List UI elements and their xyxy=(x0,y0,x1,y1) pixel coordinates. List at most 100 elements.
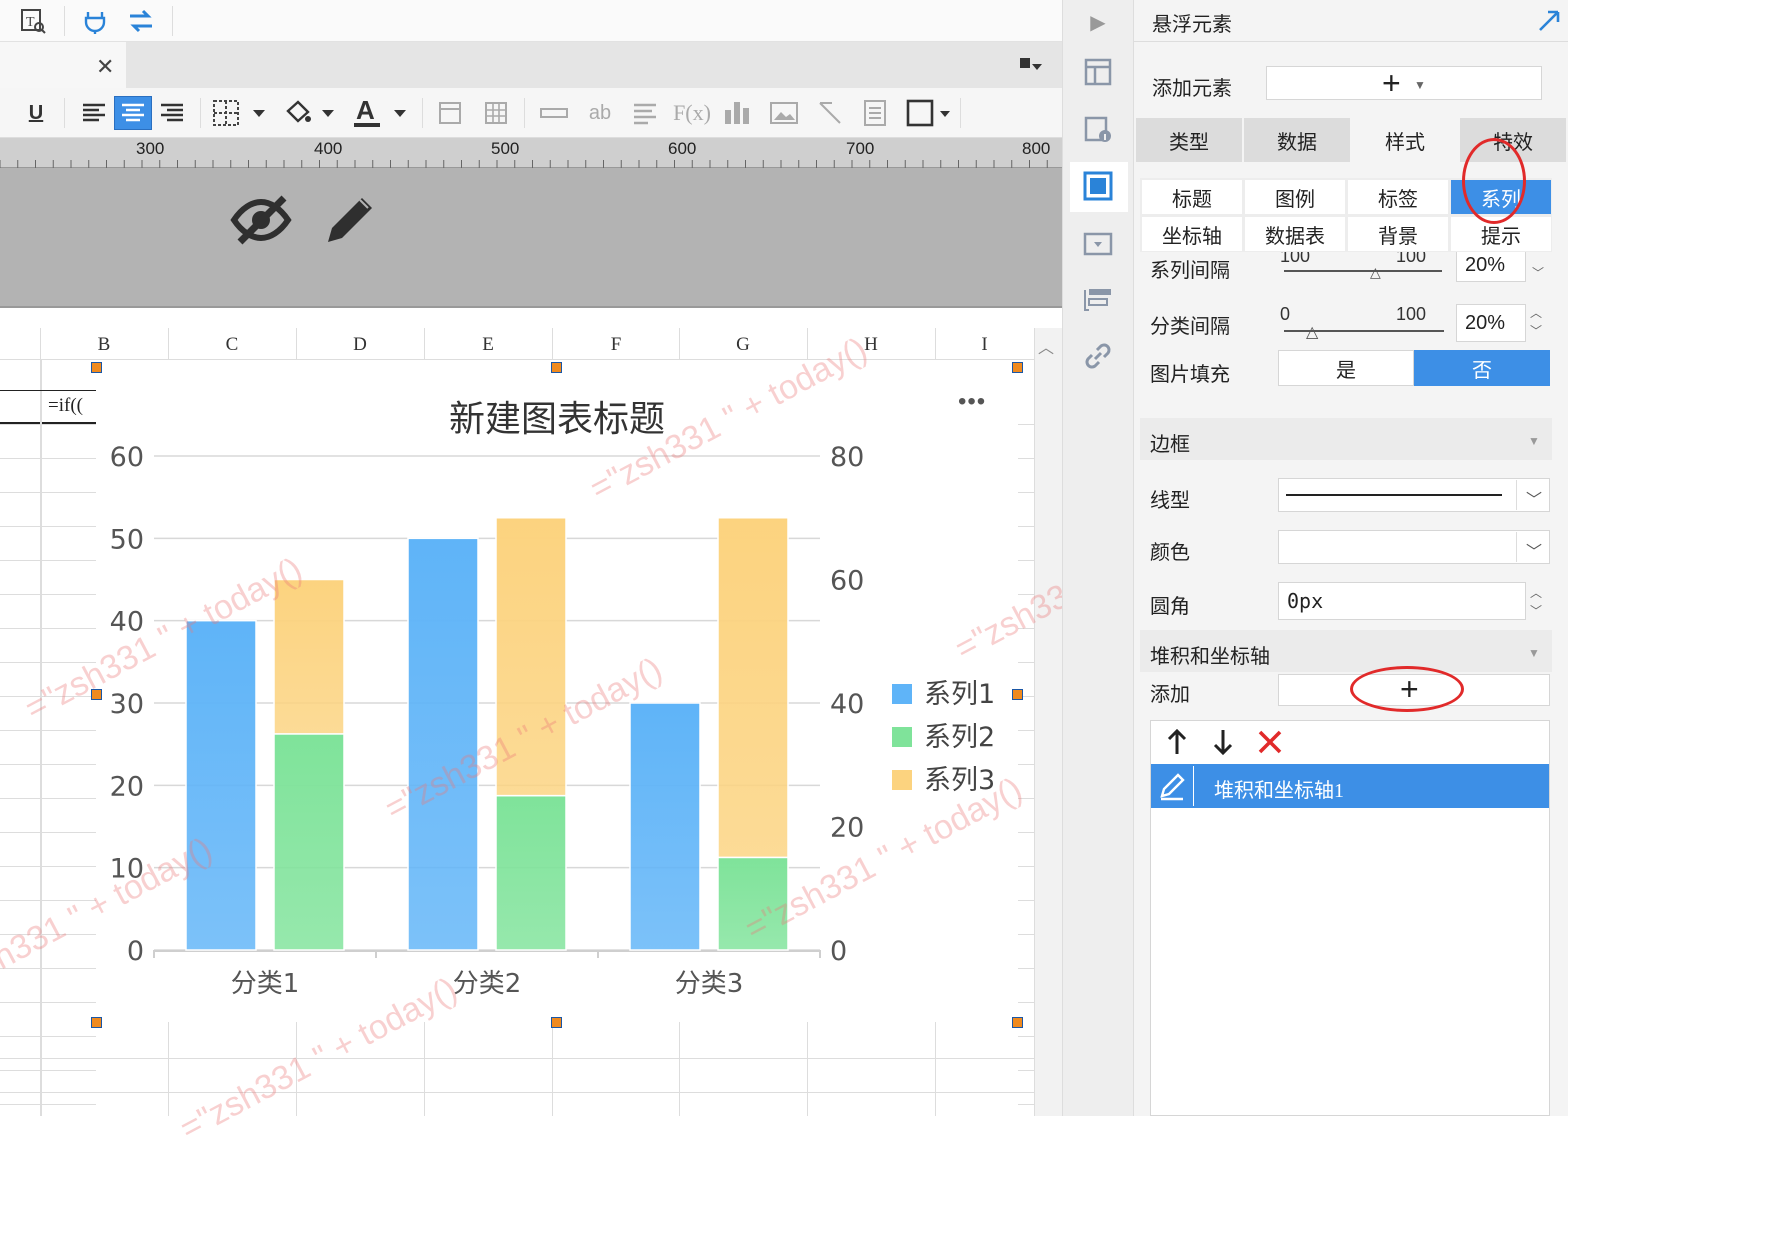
eye-hidden-icon[interactable] xyxy=(230,190,292,253)
expand-icon[interactable] xyxy=(1536,6,1562,39)
row-divider xyxy=(0,832,96,833)
resize-handle[interactable] xyxy=(91,362,102,373)
image-icon[interactable] xyxy=(768,96,800,130)
underline-button[interactable]: U xyxy=(22,96,50,130)
column-header[interactable]: F xyxy=(552,334,680,356)
stepper-icon[interactable]: ︿ ﹀ xyxy=(1530,304,1542,340)
column-divider xyxy=(679,328,680,360)
table-icon[interactable] xyxy=(482,96,510,130)
pencil-icon[interactable] xyxy=(320,190,378,253)
series-gap-slider[interactable] xyxy=(1284,270,1442,272)
text-label-tool[interactable]: ab xyxy=(584,96,616,130)
subtab-background[interactable]: 背景 xyxy=(1348,217,1448,251)
close-icon[interactable]: ✕ xyxy=(96,54,114,80)
document-icon[interactable] xyxy=(860,96,890,130)
list-item[interactable] xyxy=(1151,764,1549,808)
cell-info-icon[interactable] xyxy=(1080,112,1116,148)
image-fill-no[interactable]: 否 xyxy=(1414,350,1550,386)
float-element-icon[interactable] xyxy=(1080,168,1116,204)
fill-color-icon[interactable] xyxy=(282,96,338,130)
slash-tool-icon[interactable] xyxy=(814,96,846,130)
slider-thumb-icon[interactable]: △ xyxy=(1370,264,1381,281)
chevron-down-icon[interactable]: ﹀ xyxy=(1526,538,1542,562)
border-dropdown-icon[interactable] xyxy=(210,96,268,130)
resize-handle[interactable] xyxy=(1012,362,1023,373)
color-select[interactable] xyxy=(1278,530,1550,564)
subtab-axis[interactable]: 坐标轴 xyxy=(1142,217,1242,251)
text-tool-icon[interactable]: T xyxy=(18,6,48,36)
radius-input[interactable]: 0px xyxy=(1278,582,1526,620)
edit-icon[interactable] xyxy=(1152,766,1194,806)
column-divider xyxy=(296,328,297,360)
resize-handle[interactable] xyxy=(1012,689,1023,700)
vertical-scrollbar[interactable] xyxy=(1034,328,1062,1116)
formula-tool[interactable]: F(x) xyxy=(673,96,711,130)
y-left-tick-label: 10 xyxy=(110,854,144,885)
legend-swatch xyxy=(892,727,912,747)
align-left-button[interactable] xyxy=(78,96,110,130)
delete-icon[interactable] xyxy=(1256,728,1284,761)
tab-style[interactable]: 样式 xyxy=(1352,118,1458,162)
chevron-down-icon[interactable]: ▼ xyxy=(1528,434,1540,448)
bar xyxy=(407,537,479,951)
column-header[interactable]: E xyxy=(424,334,552,356)
stepper-icon[interactable]: ︿ ﹀ xyxy=(1530,584,1542,620)
column-divider xyxy=(168,328,169,360)
row-divider xyxy=(0,968,96,969)
swap-arrows-icon[interactable] xyxy=(126,6,156,36)
subtab-title[interactable]: 标题 xyxy=(1142,180,1242,214)
input-field-icon[interactable] xyxy=(538,96,570,130)
bar-chart-icon[interactable] xyxy=(722,96,752,130)
box-dropdown-icon[interactable] xyxy=(904,96,952,130)
flag-dropdown-icon[interactable] xyxy=(1018,56,1044,81)
list-settings-icon[interactable] xyxy=(1080,282,1116,318)
column-header[interactable]: D xyxy=(296,334,424,356)
column-divider xyxy=(424,1022,425,1116)
chevron-down-icon[interactable]: ﹀ xyxy=(1526,486,1542,510)
scroll-up-icon[interactable]: ︿ xyxy=(1038,334,1054,358)
plug-icon[interactable] xyxy=(80,6,110,36)
subtab-label[interactable]: 标签 xyxy=(1348,180,1448,214)
list-icon[interactable] xyxy=(630,96,660,130)
move-up-icon[interactable] xyxy=(1164,728,1190,761)
bar xyxy=(717,856,789,951)
subtab-datatable[interactable]: 数据表 xyxy=(1245,217,1345,251)
resize-handle[interactable] xyxy=(1012,1017,1023,1028)
resize-handle[interactable] xyxy=(551,1017,562,1028)
slider-thumb-icon[interactable]: △ xyxy=(1306,322,1318,342)
font-color-icon[interactable]: A xyxy=(352,96,412,130)
move-down-icon[interactable] xyxy=(1210,728,1236,761)
row-divider xyxy=(0,696,96,697)
align-center-button[interactable] xyxy=(114,96,152,130)
resize-handle[interactable] xyxy=(551,362,562,373)
border-section-header[interactable] xyxy=(1140,418,1552,460)
tab-type[interactable]: 类型 xyxy=(1136,118,1242,162)
resize-handle[interactable] xyxy=(91,689,102,700)
link-icon[interactable] xyxy=(1080,338,1116,374)
column-header[interactable]: C xyxy=(168,334,296,356)
chevron-down-icon[interactable]: ﹀ xyxy=(1532,264,1544,281)
add-element-dropdown[interactable] xyxy=(1266,66,1542,100)
tab-data[interactable]: 数据 xyxy=(1244,118,1350,162)
layout-icon[interactable] xyxy=(1080,54,1116,90)
formula-cell[interactable]: =if(( xyxy=(48,395,83,417)
subtab-legend[interactable]: 图例 xyxy=(1245,180,1345,214)
align-right-button[interactable] xyxy=(156,96,188,130)
series-gap-input[interactable]: 20% xyxy=(1456,252,1526,282)
image-fill-yes[interactable]: 是 xyxy=(1278,350,1414,386)
x-tick-label: 分类1 xyxy=(231,969,300,999)
resize-handle[interactable] xyxy=(91,1017,102,1028)
column-header[interactable]: B xyxy=(40,334,168,356)
collapse-arrow-icon[interactable]: ▶ xyxy=(1080,4,1116,40)
chart[interactable]: 0 10 20 30 40 50 60 0 20 40 60 80 分类1 分类2 分类3 系列1 系列2 系列… xyxy=(96,366,1018,1022)
column-header[interactable]: G xyxy=(679,334,807,356)
chevron-down-icon[interactable]: ▼ xyxy=(1528,646,1540,660)
chart-menu-button[interactable]: ••• xyxy=(958,388,986,416)
category-gap-input[interactable]: 20% xyxy=(1456,304,1526,342)
frame-icon[interactable] xyxy=(436,96,464,130)
row-divider xyxy=(0,730,96,731)
column-header[interactable]: H xyxy=(807,334,935,356)
chart-title[interactable]: 新建图表标题 xyxy=(96,390,1018,442)
column-header[interactable]: I xyxy=(935,334,1034,356)
widget-icon[interactable] xyxy=(1080,226,1116,262)
